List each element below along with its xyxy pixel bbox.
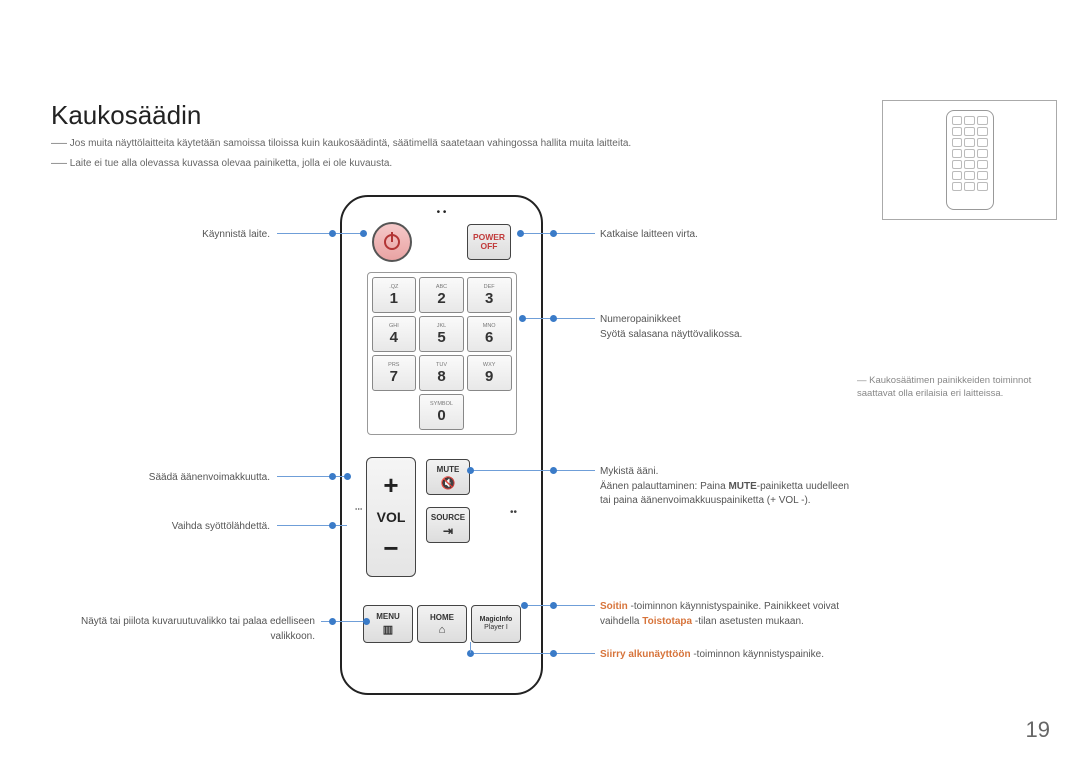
- magicinfo-label: MagicInfo: [480, 616, 513, 624]
- key-1: .QZ1: [372, 277, 417, 313]
- home-icon: ⌂: [439, 624, 446, 636]
- leader-dot: [360, 230, 367, 237]
- leader-line: [321, 621, 366, 622]
- callout-home: Siirry alkunäyttöön -toiminnon käynnisty…: [600, 648, 850, 663]
- key-2: ABC2: [419, 277, 464, 313]
- sidebar-note: ― Kaukosäätimen painikkeiden toiminnot s…: [857, 374, 1057, 401]
- leader-dot: [344, 473, 351, 480]
- leader-dot: [519, 315, 526, 322]
- callout-mute: Mykistä ääni. Äänen palauttaminen: Paina…: [600, 465, 850, 509]
- leader-dot: [550, 467, 557, 474]
- leader-dot: [521, 602, 528, 609]
- leader-dot: [329, 230, 336, 237]
- key-4: GHI4: [372, 316, 417, 352]
- leader-dot: [550, 650, 557, 657]
- remote-diagram: • • POWER OFF .QZ1 ABC2 DEF3 GHI4 JKL5 M…: [340, 195, 543, 695]
- braille-dots-left: ⠇: [353, 507, 363, 514]
- numeric-keypad: .QZ1 ABC2 DEF3 GHI4 JKL5 MNO6 PRS7 TUV8 …: [367, 272, 517, 435]
- leader-dot: [550, 230, 557, 237]
- leader-line: [470, 653, 595, 654]
- note-2-text: Laite ei tue alla olevassa kuvassa oleva…: [70, 158, 392, 169]
- key-5: JKL5: [419, 316, 464, 352]
- leader-dot: [550, 602, 557, 609]
- sidebar-thumbnail: [882, 100, 1057, 220]
- key-3: DEF3: [467, 277, 512, 313]
- volume-down-icon: −: [383, 533, 398, 564]
- ir-dot-icon: • •: [437, 207, 447, 218]
- leader-dot: [329, 473, 336, 480]
- key-0: SYMBOL0: [419, 394, 464, 430]
- callout-magicinfo: Soitin -toiminnon käynnistyspainike. Pai…: [600, 600, 850, 629]
- menu-icon: ▥: [383, 623, 393, 636]
- leader-line: [520, 233, 595, 234]
- power-off-label-b: OFF: [481, 242, 498, 251]
- menu-button: MENU ▥: [363, 605, 413, 643]
- volume-up-icon: +: [383, 470, 398, 501]
- note-line-1: ― Jos muita näyttölaitteita käytetään sa…: [51, 138, 631, 149]
- key-9: WXY9: [467, 355, 512, 391]
- source-label: SOURCE: [431, 513, 465, 522]
- power-button: [372, 222, 412, 262]
- braille-dots-right: ••: [510, 507, 517, 518]
- page-number: 19: [1026, 717, 1050, 743]
- leader-dot: [329, 522, 336, 529]
- player-label: Player I: [484, 624, 508, 632]
- bottom-button-row: MENU ▥ HOME ⌂ MagicInfo Player I: [363, 605, 521, 643]
- leader-dot: [329, 618, 336, 625]
- menu-label: MENU: [376, 612, 400, 621]
- key-8: TUV8: [419, 355, 464, 391]
- leader-dot: [363, 618, 370, 625]
- volume-label: VOL: [377, 509, 406, 525]
- note-1-text: Jos muita näyttölaitteita käytetään samo…: [70, 138, 631, 149]
- leader-line: [277, 233, 363, 234]
- callout-menu: Näytä tai piilota kuvaruutuvalikko tai p…: [70, 615, 315, 644]
- leader-line: [277, 525, 347, 526]
- leader-line: [524, 605, 595, 606]
- home-button: HOME ⌂: [417, 605, 467, 643]
- home-label: HOME: [430, 613, 454, 622]
- callout-keypad: Numeropainikkeet Syötä salasana näyttöva…: [600, 313, 850, 342]
- callout-volume: Säädä äänenvoimakkuutta.: [70, 471, 270, 486]
- callout-source: Vaihda syöttölähdettä.: [70, 520, 270, 535]
- mute-button: MUTE 🔇: [426, 459, 470, 495]
- page-title: Kaukosäädin: [51, 100, 201, 131]
- callout-power-off: Katkaise laitteen virta.: [600, 228, 850, 243]
- note-line-2: ― Laite ei tue alla olevassa kuvassa ole…: [51, 158, 392, 169]
- magicinfo-button: MagicInfo Player I: [471, 605, 521, 643]
- leader-line: [470, 642, 471, 653]
- source-button: SOURCE ⇥: [426, 507, 470, 543]
- leader-dot: [467, 467, 474, 474]
- dash-icon: ―: [51, 134, 67, 151]
- leader-dot: [517, 230, 524, 237]
- mute-label: MUTE: [437, 465, 460, 474]
- power-off-button: POWER OFF: [467, 224, 511, 260]
- leader-dot: [550, 315, 557, 322]
- source-icon: ⇥: [443, 524, 453, 538]
- callout-power-on: Käynnistä laite.: [70, 228, 270, 243]
- key-6: MNO6: [467, 316, 512, 352]
- mini-remote-icon: [946, 110, 994, 210]
- key-7: PRS7: [372, 355, 417, 391]
- volume-rocker: + VOL −: [366, 457, 416, 577]
- leader-line: [470, 470, 595, 471]
- leader-line: [522, 318, 595, 319]
- power-icon: [384, 234, 400, 250]
- mute-icon: 🔇: [441, 476, 456, 490]
- leader-line: [277, 476, 347, 477]
- dash-icon: ―: [51, 154, 67, 171]
